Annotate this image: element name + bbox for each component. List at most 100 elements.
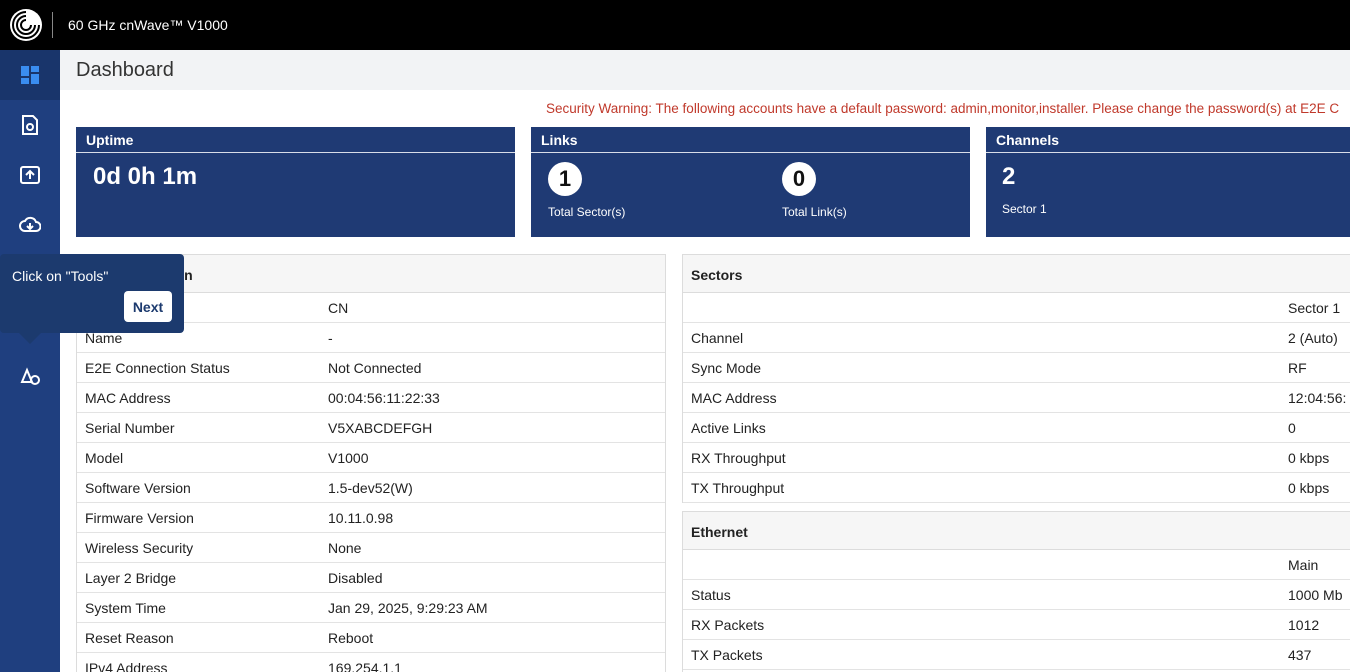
page-title: Dashboard	[76, 58, 174, 81]
row-label: RX Packets	[691, 616, 765, 633]
table-row: Channel 2 (Auto)	[683, 323, 1350, 353]
row-value: Sector 1	[1288, 299, 1341, 316]
row-value: -	[328, 329, 333, 346]
row-value: Main	[1288, 556, 1319, 573]
channels-card-title: Channels	[986, 127, 1350, 153]
table-row: MAC Address 00:04:56:11:22:33	[77, 383, 665, 413]
monitor-icon	[20, 367, 40, 385]
row-label: Sync Mode	[691, 359, 762, 376]
dashboard-icon	[21, 66, 39, 84]
sidebar-item-monitor[interactable]	[0, 350, 60, 400]
links-card-title: Links	[531, 127, 970, 153]
channels-card: Channels 2 Sector 1	[986, 127, 1350, 237]
table-row: Sync Mode RF	[683, 353, 1350, 383]
row-value: 00:04:56:11:22:33	[328, 389, 440, 406]
row-value: None	[328, 539, 362, 556]
table-row: Sector 1	[683, 293, 1350, 323]
row-value: Disabled	[328, 569, 383, 586]
row-value: 1000 Mb	[1288, 586, 1343, 603]
table-row: RX Packets 1012	[683, 610, 1350, 640]
row-label: Wireless Security	[85, 539, 194, 556]
row-label: Active Links	[691, 419, 766, 436]
row-value: 437	[1288, 646, 1312, 663]
guide-tooltip: Click on "Tools" Next	[0, 254, 184, 344]
table-row: System Time Jan 29, 2025, 9:29:23 AM	[77, 593, 665, 623]
row-value: 169.254.1.1	[328, 659, 402, 672]
page-header: Dashboard	[60, 50, 1350, 90]
ethernet-table: Main Status 1000 Mb RX Packets 1012 TX Packet…	[683, 550, 1350, 670]
total-sectors-label: Total Sector(s)	[548, 205, 626, 219]
channels-value: 2	[1002, 163, 1016, 190]
row-label: IPv4 Address	[85, 659, 168, 672]
row-value: 1.5-dev52(W)	[328, 479, 413, 496]
row-label: E2E Connection Status	[85, 359, 230, 376]
row-value: 0 kbps	[1288, 479, 1330, 496]
row-value: CN	[328, 299, 349, 316]
sidebar	[0, 50, 60, 672]
table-row: Active Links 0	[683, 413, 1350, 443]
uptime-value: 0d 0h 1m	[93, 163, 198, 190]
row-label: TX Packets	[691, 646, 763, 663]
sectors-title: Sectors	[683, 255, 1350, 293]
row-label: Reset Reason	[85, 629, 174, 646]
channels-label: Sector 1	[1002, 202, 1047, 216]
row-label: Serial Number	[85, 419, 175, 436]
tooltip-arrow	[19, 333, 41, 344]
total-sectors-stat: 1 Total Sector(s)	[548, 162, 625, 219]
links-card: Links 1 Total Sector(s) 0 Total Link(s)	[531, 127, 970, 237]
logo-separator	[52, 12, 53, 38]
main-content: Dashboard Security Warning: The followin…	[60, 50, 1350, 672]
sidebar-item-download[interactable]	[0, 200, 60, 250]
row-label: Channel	[691, 329, 744, 346]
device-info-table: CN Name - E2E Connection Status Not Connecte…	[77, 293, 665, 672]
ethernet-title: Ethernet	[683, 512, 1350, 550]
next-button[interactable]: Next	[124, 291, 172, 322]
table-row: Layer 2 Bridge Disabled	[77, 563, 665, 593]
total-links-stat: 0 Total Link(s)	[782, 162, 847, 219]
row-value: 1012	[1288, 616, 1320, 633]
tooltip-text: Click on "Tools"	[12, 268, 109, 284]
upload-icon	[20, 166, 40, 184]
app-title: 60 GHz cnWave™ V1000	[68, 17, 228, 33]
sidebar-item-configuration[interactable]	[0, 100, 60, 150]
row-value: 0 kbps	[1288, 449, 1330, 466]
total-links-value: 0	[782, 162, 816, 196]
table-row: MAC Address 12:04:56:	[683, 383, 1350, 413]
row-value: RF	[1288, 359, 1307, 376]
table-row: Model V1000	[77, 443, 665, 473]
cloud-download-icon	[19, 216, 41, 232]
table-row: IPv4 Address 169.254.1.1	[77, 653, 665, 672]
sectors-table: Sector 1 Channel 2 (Auto) Sync Mode RF MAC Ad…	[683, 293, 1350, 503]
row-value: 2 (Auto)	[1288, 329, 1338, 346]
row-value: 0	[1288, 419, 1296, 436]
total-links-label: Total Link(s)	[782, 205, 847, 219]
table-row: Main	[683, 550, 1350, 580]
row-value: V1000	[328, 449, 369, 466]
uptime-card: Uptime 0d 0h 1m	[76, 127, 515, 237]
table-row: Serial Number V5XABCDEFGH	[77, 413, 665, 443]
row-label: RX Throughput	[691, 449, 786, 466]
sidebar-item-dashboard[interactable]	[0, 50, 60, 100]
row-label: Software Version	[85, 479, 191, 496]
sectors-panel: Sectors Sector 1 Channel 2 (Auto) Sync Mode…	[682, 254, 1350, 503]
table-row: TX Packets 437	[683, 640, 1350, 670]
total-sectors-value: 1	[548, 162, 582, 196]
row-label: Model	[85, 449, 124, 466]
table-row: RX Throughput 0 kbps	[683, 443, 1350, 473]
table-row: Status 1000 Mb	[683, 580, 1350, 610]
configuration-icon	[22, 115, 38, 135]
table-row: Firmware Version 10.11.0.98	[77, 503, 665, 533]
row-label: MAC Address	[691, 389, 777, 406]
table-row: E2E Connection Status Not Connected	[77, 353, 665, 383]
sidebar-item-upload[interactable]	[0, 150, 60, 200]
table-row: Wireless Security None	[77, 533, 665, 563]
row-value: 10.11.0.98	[328, 509, 394, 526]
ethernet-panel: Ethernet Main Status 1000 Mb RX Packets 1012…	[682, 511, 1350, 672]
row-value: Not Connected	[328, 359, 422, 376]
row-label: Status	[691, 586, 731, 603]
row-value: 12:04:56:	[1288, 389, 1347, 406]
security-warning: Security Warning: The following accounts…	[546, 101, 1340, 116]
row-label: TX Throughput	[691, 479, 785, 496]
top-bar: 60 GHz cnWave™ V1000	[0, 0, 1350, 50]
row-label: Layer 2 Bridge	[85, 569, 177, 586]
